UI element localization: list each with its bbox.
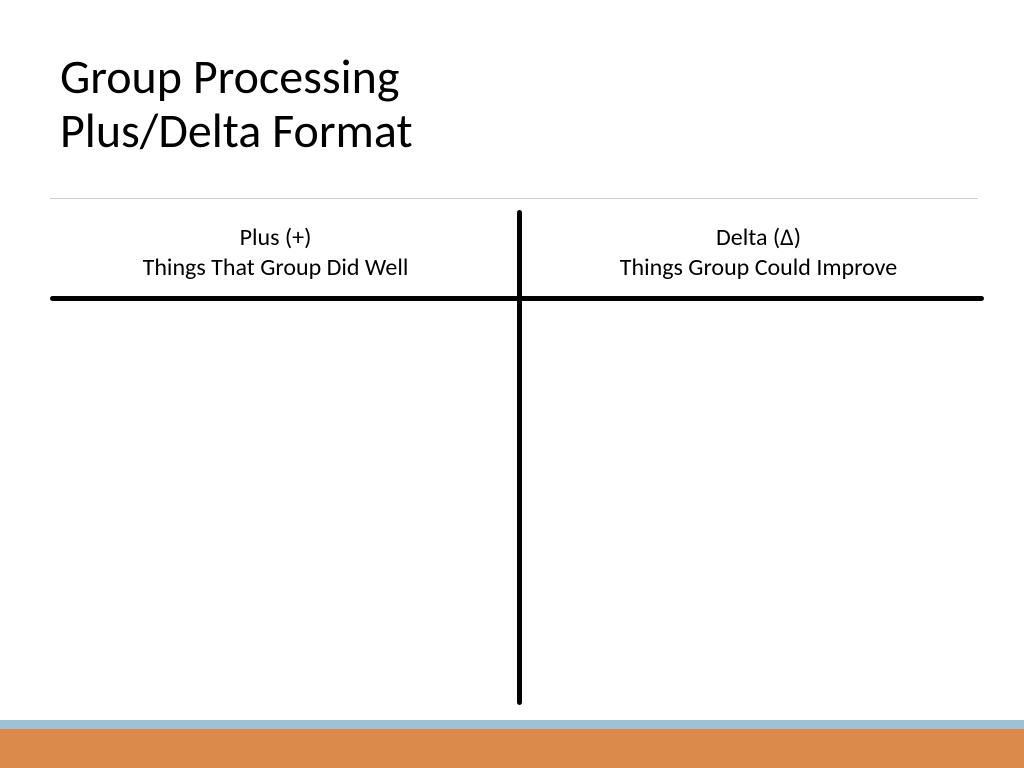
delta-column-header: Delta (∆) Things Group Could Improve xyxy=(513,210,984,296)
slide-title-block: Group Processing Plus/Delta Format xyxy=(60,50,960,158)
t-chart-horizontal-line xyxy=(50,296,984,301)
delta-heading: Delta (∆) xyxy=(716,223,801,253)
slide: Group Processing Plus/Delta Format Plus … xyxy=(0,0,1024,768)
plus-delta-t-chart: Plus (+) Things That Group Did Well Delt… xyxy=(50,210,984,705)
title-line-1: Group Processing xyxy=(60,50,960,104)
plus-heading: Plus (+) xyxy=(240,223,312,253)
t-chart-vertical-line xyxy=(517,210,522,705)
title-underline xyxy=(50,198,978,199)
plus-subheading: Things That Group Did Well xyxy=(143,253,409,283)
delta-subheading: Things Group Could Improve xyxy=(620,253,897,283)
footer-accent-orange xyxy=(0,729,1024,768)
footer-accent-blue xyxy=(0,720,1024,729)
plus-column-header: Plus (+) Things That Group Did Well xyxy=(50,210,513,296)
title-line-2: Plus/Delta Format xyxy=(60,104,960,158)
